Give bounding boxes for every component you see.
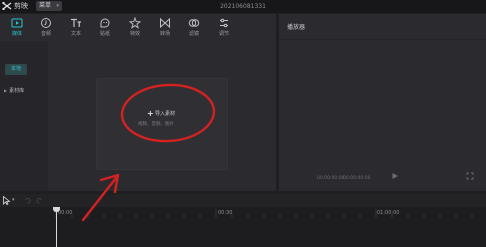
media-sidebar: 本地 ▶ 素材库: [0, 41, 48, 191]
import-media-label: 导入素材: [155, 111, 176, 117]
cursor-select-icon[interactable]: [2, 196, 11, 205]
transition-icon: [160, 17, 170, 29]
import-hint: 视频、音频、图片: [138, 122, 174, 127]
tab-transition[interactable]: 转场: [150, 16, 180, 39]
tab-label: 特效: [129, 31, 140, 37]
project-title: 202106081331: [220, 3, 266, 10]
playhead[interactable]: [56, 207, 57, 247]
chevron-down-icon[interactable]: ▾: [12, 197, 15, 204]
tab-audio[interactable]: 音频: [31, 16, 61, 39]
tab-media[interactable]: 媒体: [2, 16, 32, 43]
play-icon[interactable]: [391, 172, 399, 180]
ruler-label: 01:00:00: [377, 210, 400, 216]
adjust-icon: [220, 18, 228, 28]
title-bar: 剪映 菜单 ▾ 202106081331: [0, 0, 486, 13]
tab-label: 媒体: [11, 31, 22, 37]
tab-label: 音频: [40, 31, 51, 37]
plus-icon: +: [147, 109, 154, 118]
player-current-time: 00:00:00:00: [317, 176, 345, 181]
tab-effects[interactable]: 特效: [120, 16, 150, 39]
tab-filter[interactable]: 滤镜: [179, 16, 209, 39]
undo-icon[interactable]: [24, 197, 31, 204]
timeline-panel: ▾ 00:00 00:30 01:00:00: [0, 194, 486, 247]
caret-right-icon: ▶: [4, 88, 8, 93]
redo-icon[interactable]: [36, 197, 43, 204]
fullscreen-icon[interactable]: [466, 172, 474, 180]
material-library-item[interactable]: ▶ 素材库: [4, 86, 44, 95]
tab-adjust[interactable]: 调节: [209, 16, 239, 39]
sticker-icon: [100, 18, 110, 28]
divider: [279, 39, 486, 40]
player-title: 播放器: [287, 24, 306, 31]
timeline-ruler[interactable]: 00:00 00:30 01:00:00: [0, 208, 486, 218]
timeline-toolbar: ▾: [0, 194, 486, 207]
ruler-ticks: [55, 209, 473, 218]
ruler-label: 00:30: [218, 210, 233, 216]
tab-label: 转场: [159, 31, 170, 37]
filter-icon: [188, 19, 200, 27]
audio-icon: [41, 18, 51, 28]
tab-label: 滤镜: [188, 31, 199, 37]
tab-text[interactable]: 文本: [61, 16, 91, 39]
tab-label: 文本: [70, 31, 81, 37]
tab-sticker[interactable]: 贴纸: [90, 16, 120, 39]
tab-label: 调节: [218, 31, 229, 37]
tab-label: 贴纸: [99, 31, 110, 37]
local-media-button[interactable]: 本地: [5, 64, 27, 75]
player-total-time: 00:00:00:00: [343, 176, 371, 181]
effects-icon: [129, 17, 141, 29]
text-icon: [71, 18, 81, 27]
toolbar-tabs: 媒体 音频 文本 贴纸 特效 转场 滤镜 调节: [0, 14, 276, 43]
material-library-label: 素材库: [9, 88, 25, 94]
media-icon: [11, 18, 23, 28]
media-panel: 媒体 音频 文本 贴纸 特效 转场 滤镜 调节 本地 ▶ 素材库 + 导入素材 …: [0, 14, 276, 191]
player-panel: 播放器 00:00:00:00 00:00:00:00: [279, 14, 486, 191]
ruler-label: 00:00: [58, 210, 73, 216]
import-dropzone[interactable]: + 导入素材 视频、音频、图片: [96, 78, 228, 170]
